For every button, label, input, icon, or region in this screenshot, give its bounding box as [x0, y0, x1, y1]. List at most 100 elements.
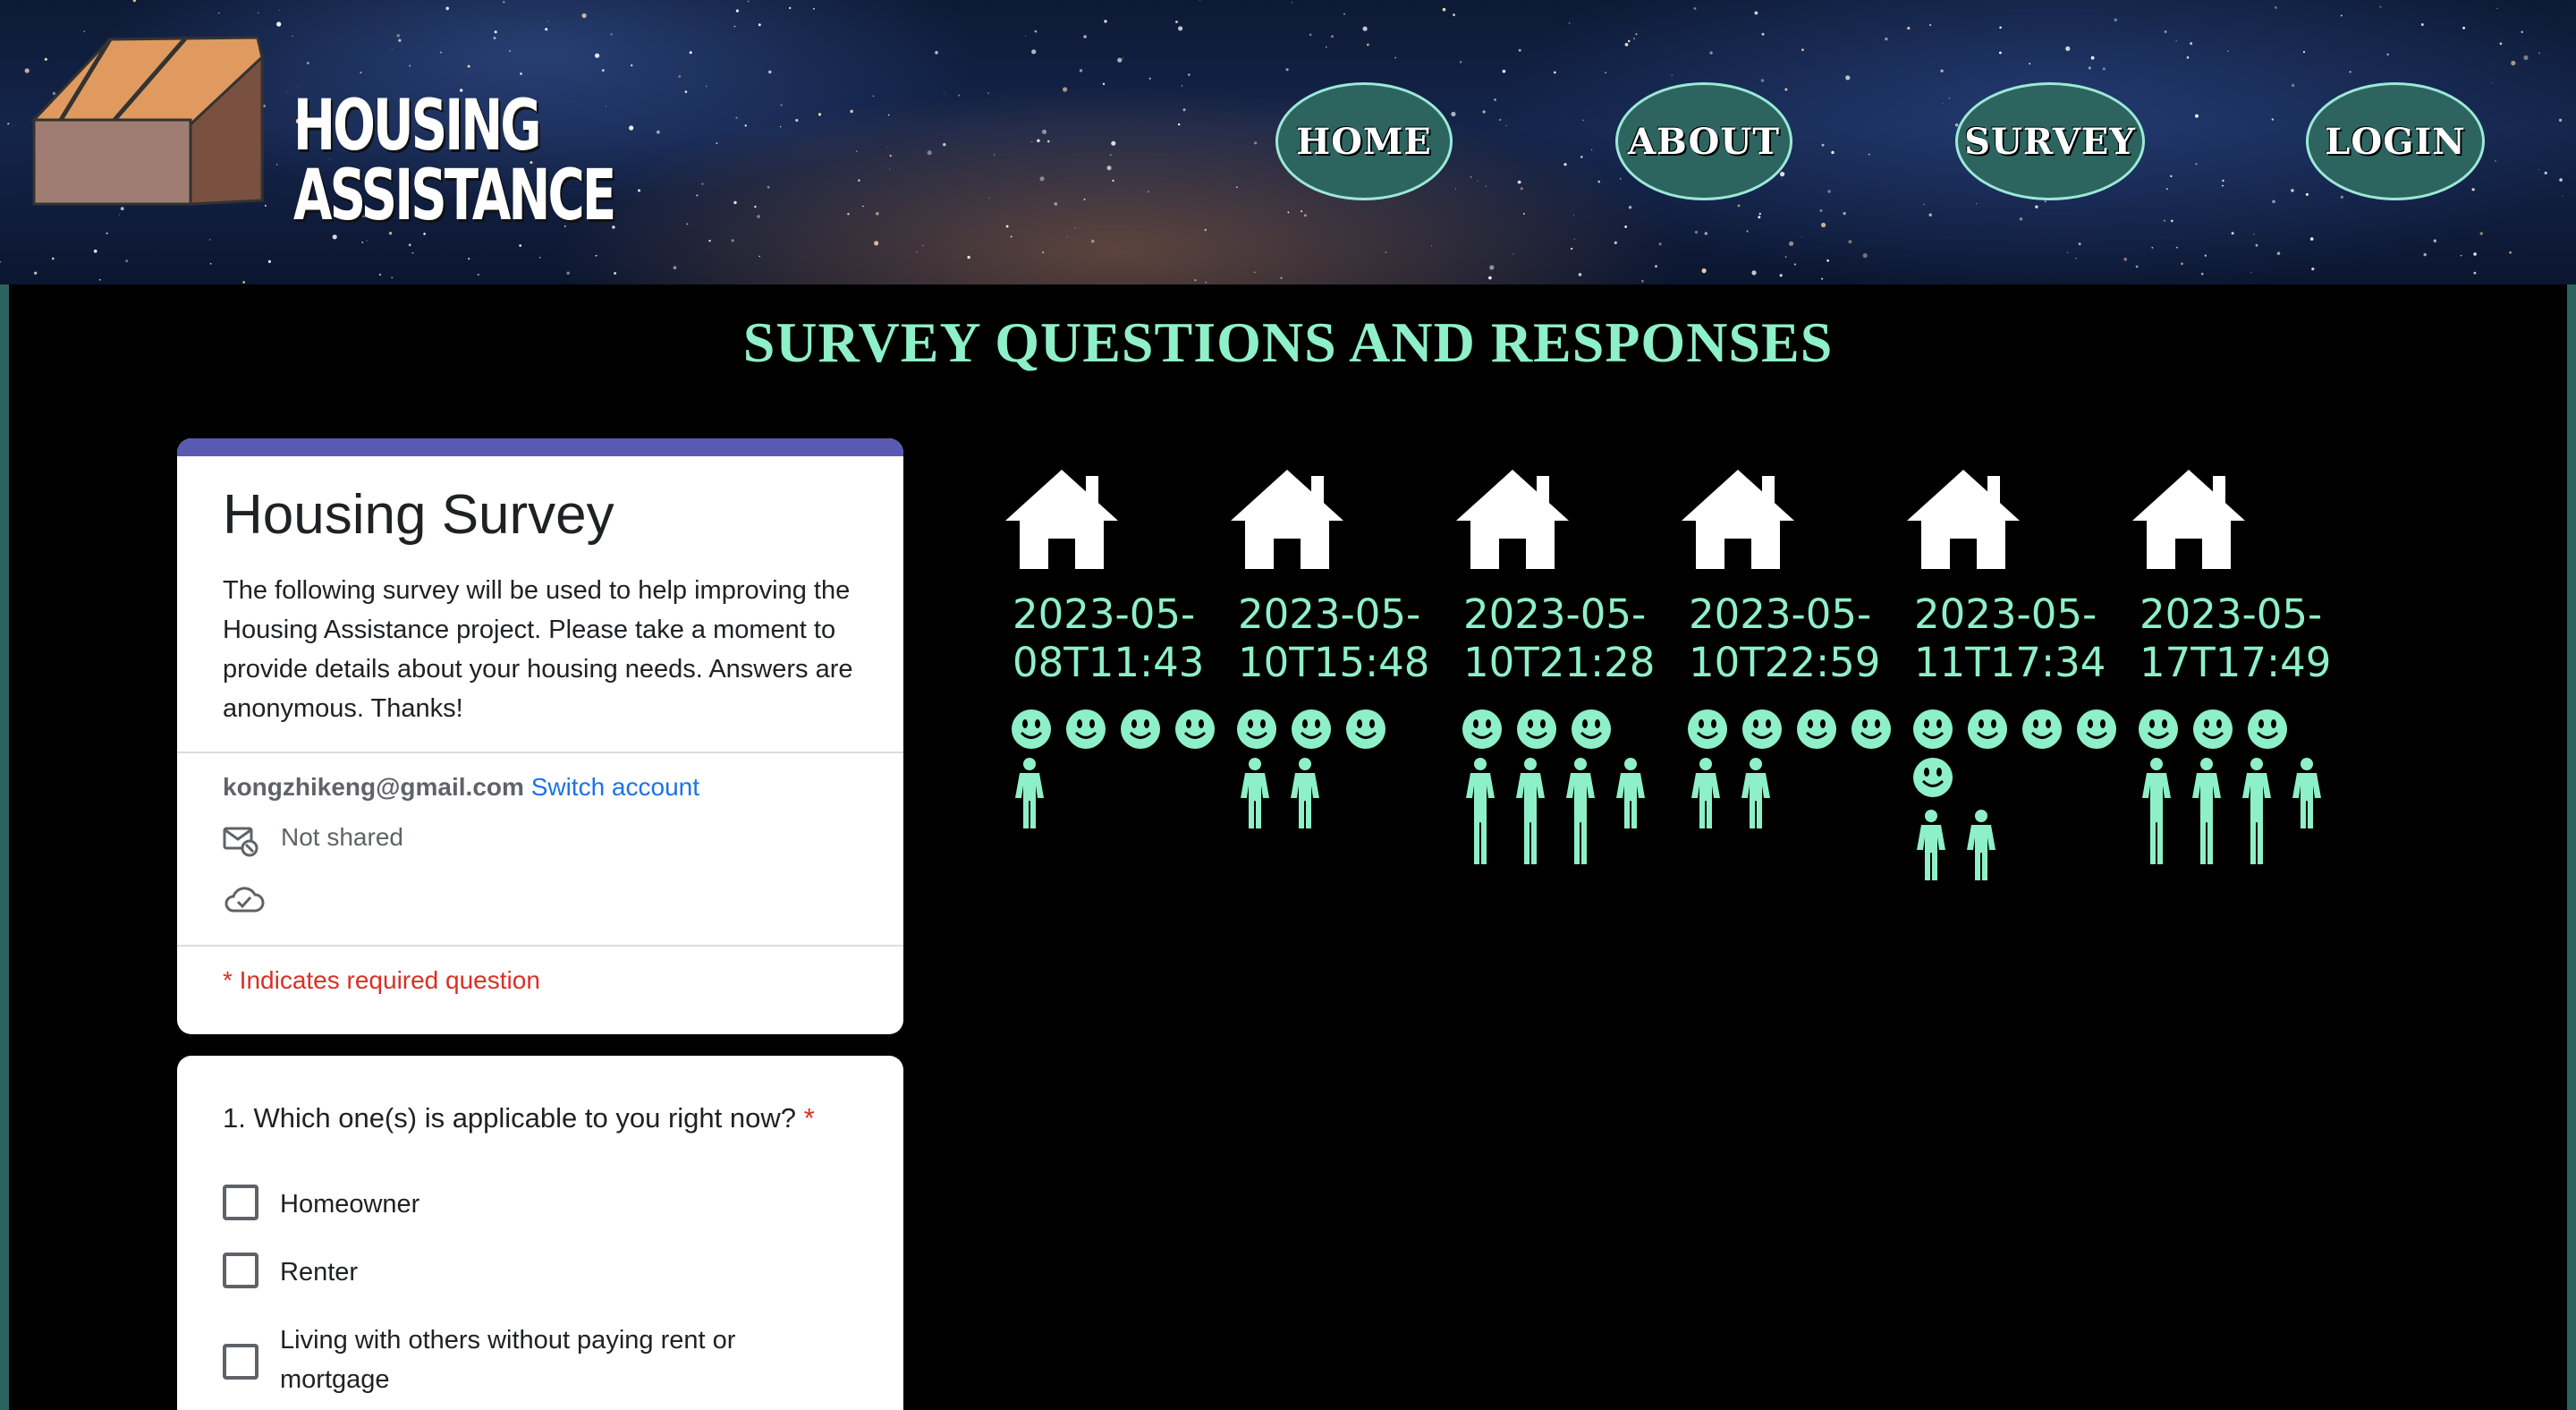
smiley-group — [1912, 709, 2136, 805]
not-shared-label: Not shared — [281, 823, 403, 851]
response-date-line-2: 17T17:49 — [2140, 639, 2332, 686]
required-note: * Indicates required question — [223, 966, 540, 994]
smiley-group — [1011, 709, 1234, 757]
question-1-text: 1. Which one(s) is applicable to you rig… — [223, 1102, 796, 1134]
house-icon — [1456, 470, 1569, 569]
nav-survey-button[interactable]: SURVEY — [1955, 82, 2145, 200]
smiley-icon — [1012, 709, 1051, 749]
site-logo[interactable]: HOUSING ASSISTANCE — [25, 30, 616, 231]
house-icon — [1682, 470, 1794, 569]
checkbox[interactable] — [223, 1185, 258, 1220]
smiley-group — [2138, 709, 2361, 757]
smiley-group — [1462, 709, 1685, 757]
person-icon — [1466, 758, 1495, 864]
divider — [177, 752, 903, 753]
smiley-icon — [1121, 709, 1160, 749]
response-date-line-2: 10T15:48 — [1238, 639, 1430, 686]
person-icon — [2292, 758, 2321, 828]
checkbox[interactable] — [223, 1253, 258, 1288]
form-header-card: Housing Survey The following survey will… — [177, 438, 903, 1034]
option-label: Renter — [280, 1258, 359, 1287]
smiley-icon — [1688, 709, 1727, 749]
option-label: Homeowner — [280, 1190, 420, 1219]
checkbox[interactable] — [223, 1344, 258, 1380]
response-date-line-2: 10T22:59 — [1689, 639, 1881, 686]
person-icon — [1566, 758, 1595, 864]
people-group — [1011, 757, 1234, 830]
response-date-line-1: 2023-05- — [1463, 590, 1647, 638]
page-title: SURVEY QUESTIONS AND RESPONSES — [742, 310, 1834, 374]
account-email: kongzhikeng@gmail.com — [223, 773, 524, 801]
response-date-line-2: 08T11:43 — [1013, 639, 1205, 686]
person-icon — [1291, 758, 1319, 828]
question-card: 1. Which one(s) is applicable to you rig… — [177, 1056, 903, 1410]
smiley-group — [1236, 709, 1460, 757]
people-group — [1236, 757, 1460, 830]
response-date: 2023-05- 10T21:28 — [1463, 590, 1655, 687]
people-group — [1462, 757, 1685, 866]
response-date-line-2: 10T21:28 — [1463, 639, 1656, 686]
smiley-icon — [2193, 709, 2233, 749]
response-date-line-1: 2023-05- — [1013, 590, 1196, 638]
smiley-icon — [1968, 709, 2007, 749]
option-label: Living with others without paying rent o… — [280, 1326, 736, 1394]
form-title: Housing Survey — [223, 484, 614, 546]
mail-not-shared-icon — [223, 827, 258, 857]
smiley-icon — [1913, 758, 1953, 797]
right-border — [2567, 285, 2576, 1410]
person-icon — [1691, 758, 1720, 828]
required-asterisk: * — [803, 1102, 815, 1134]
smiley-icon — [2077, 709, 2116, 749]
person-icon — [1741, 758, 1770, 828]
response-date: 2023-05- 08T11:43 — [1013, 590, 1204, 687]
cloud-saved-icon — [225, 887, 265, 913]
house-icon — [2132, 470, 2245, 569]
people-group — [2138, 757, 2361, 866]
smiley-icon — [1462, 709, 1502, 749]
smiley-icon — [1292, 709, 1331, 749]
smiley-icon — [2248, 709, 2287, 749]
logo-line-1: HOUSING — [293, 86, 542, 166]
response-date: 2023-05- 17T17:49 — [2140, 590, 2331, 687]
logo-line-2: ASSISTANCE — [293, 156, 616, 236]
smiley-icon — [1346, 709, 1385, 749]
smiley-icon — [1517, 709, 1556, 749]
person-icon — [2142, 758, 2171, 864]
option-homeowner[interactable]: Homeowner — [223, 1185, 781, 1224]
smiley-icon — [2022, 709, 2062, 749]
response-date-line-1: 2023-05- — [1238, 590, 1421, 638]
response-date-line-2: 11T17:34 — [1914, 639, 2106, 686]
form-accent-bar — [177, 438, 903, 456]
smiley-icon — [1797, 709, 1836, 749]
smiley-icon — [1175, 709, 1215, 749]
response-date-line-1: 2023-05- — [1914, 590, 2097, 638]
question-1-title: 1. Which one(s) is applicable to you rig… — [223, 1102, 815, 1134]
nav-home-button[interactable]: HOME — [1275, 82, 1453, 200]
nav-login-button[interactable]: LOGIN — [2306, 82, 2485, 200]
form-description: The following survey will be used to hel… — [223, 576, 853, 723]
response-date: 2023-05- 10T22:59 — [1689, 590, 1880, 687]
person-icon — [2242, 758, 2271, 864]
smiley-group — [1687, 709, 1911, 757]
divider — [177, 945, 903, 947]
response-date-line-1: 2023-05- — [2140, 590, 2323, 638]
response-date-line-1: 2023-05- — [1689, 590, 1872, 638]
people-group — [1912, 809, 2136, 882]
house-icon — [1907, 470, 2020, 569]
person-icon — [1241, 758, 1269, 828]
option-renter[interactable]: Renter — [223, 1253, 781, 1292]
smiley-icon — [1237, 709, 1276, 749]
response-date: 2023-05- 11T17:34 — [1914, 590, 2106, 687]
nav-about-button[interactable]: ABOUT — [1615, 82, 1792, 200]
smiley-icon — [2139, 709, 2178, 749]
person-icon — [1616, 758, 1645, 828]
house-icon — [1231, 470, 1343, 569]
smiley-icon — [1742, 709, 1782, 749]
smiley-icon — [1852, 709, 1891, 749]
smiley-icon — [1572, 709, 1611, 749]
switch-account-link[interactable]: Switch account — [531, 773, 699, 801]
people-group — [1687, 757, 1911, 830]
person-icon — [1015, 758, 1044, 828]
option-living-with-others[interactable]: Living with others without paying rent o… — [223, 1321, 781, 1399]
house-logo-icon — [30, 36, 264, 206]
